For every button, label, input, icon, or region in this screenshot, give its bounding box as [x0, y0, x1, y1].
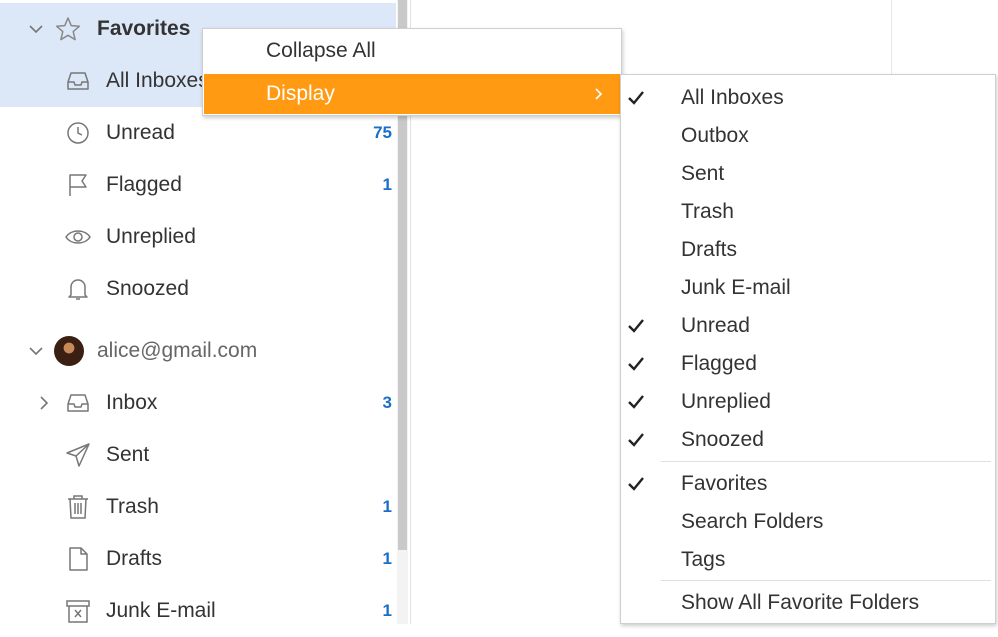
- inbox-tray-icon: [64, 67, 92, 95]
- submenu-item-label: Sent: [681, 162, 725, 185]
- submenu-item-all-inboxes[interactable]: All Inboxes: [621, 79, 995, 117]
- sidebar-item-flagged[interactable]: Flagged 1: [0, 159, 396, 211]
- submenu-item-show-all-favorite-folders[interactable]: Show All Favorite Folders: [621, 584, 995, 622]
- pane-divider: [891, 0, 892, 74]
- submenu-item-label: Junk E-mail: [681, 276, 791, 299]
- sidebar-item-label: Junk E-mail: [106, 599, 216, 622]
- submenu-item-tags[interactable]: Tags: [621, 541, 995, 579]
- chevron-right-icon: [592, 87, 606, 101]
- menu-separator: [661, 580, 991, 581]
- sidebar-item-label: Inbox: [106, 391, 158, 414]
- sidebar-item-inbox[interactable]: Inbox 3: [0, 377, 396, 429]
- inbox-count-badge: 3: [382, 393, 392, 412]
- sidebar-item-label: Drafts: [106, 547, 163, 570]
- sidebar-item-label: Trash: [106, 495, 159, 518]
- chevron-down-icon[interactable]: [28, 343, 44, 359]
- star-icon: [54, 15, 82, 43]
- sidebar-item-drafts[interactable]: Drafts 1: [0, 533, 396, 585]
- trash-icon: [64, 493, 92, 521]
- sidebar-item-label: Snoozed: [106, 277, 189, 300]
- submenu-item-label: Search Folders: [681, 510, 824, 533]
- submenu-item-label: Unread: [681, 314, 750, 337]
- menu-separator: [661, 461, 991, 462]
- sidebar-item-unreplied[interactable]: Unreplied: [0, 211, 396, 263]
- flagged-count-badge: 1: [382, 175, 392, 194]
- submenu-item-label: Trash: [681, 200, 734, 223]
- submenu-item-trash[interactable]: Trash: [621, 193, 995, 231]
- submenu-item-junk[interactable]: Junk E-mail: [621, 269, 995, 307]
- checkmark-icon: [627, 355, 645, 373]
- submenu-item-outbox[interactable]: Outbox: [621, 117, 995, 155]
- flag-icon: [64, 171, 92, 199]
- checkmark-icon: [627, 475, 645, 493]
- sidebar-item-label: Unread: [106, 121, 175, 144]
- trash-count-badge: 1: [382, 497, 392, 516]
- submenu-item-search-folders[interactable]: Search Folders: [621, 503, 995, 541]
- checkmark-icon: [627, 393, 645, 411]
- submenu-item-unread[interactable]: Unread: [621, 307, 995, 345]
- context-menu: Collapse All Display: [202, 28, 622, 116]
- document-icon: [64, 545, 92, 573]
- sidebar-item-label: Unreplied: [106, 225, 196, 248]
- sidebar-item-trash[interactable]: Trash 1: [0, 481, 396, 533]
- sidebar-item-label: All Inboxes: [106, 69, 209, 92]
- collapse-all-menu-item[interactable]: Collapse All: [204, 31, 620, 71]
- sidebar-item-label: Sent: [106, 443, 150, 466]
- submenu-item-label: Favorites: [681, 472, 768, 495]
- submenu-item-label: Unreplied: [681, 390, 771, 413]
- submenu-item-label: Snoozed: [681, 428, 764, 451]
- sidebar-item-label: Flagged: [106, 173, 182, 196]
- submenu-item-drafts[interactable]: Drafts: [621, 231, 995, 269]
- unread-count-badge: 75: [373, 123, 392, 142]
- menu-item-label: Collapse All: [266, 39, 376, 62]
- avatar: [54, 336, 84, 366]
- sidebar-item-snoozed[interactable]: Snoozed: [0, 263, 396, 315]
- junk-box-icon: [64, 597, 92, 625]
- submenu-item-unreplied[interactable]: Unreplied: [621, 383, 995, 421]
- chevron-right-icon[interactable]: [36, 395, 52, 411]
- submenu-item-favorites[interactable]: Favorites: [621, 465, 995, 503]
- submenu-item-label: Drafts: [681, 238, 738, 261]
- submenu-item-label: Flagged: [681, 352, 757, 375]
- display-menu-item[interactable]: Display: [204, 74, 620, 114]
- submenu-item-label: Tags: [681, 548, 726, 571]
- submenu-item-label: Show All Favorite Folders: [681, 591, 920, 614]
- submenu-item-sent[interactable]: Sent: [621, 155, 995, 193]
- submenu-item-label: Outbox: [681, 124, 749, 147]
- submenu-item-flagged[interactable]: Flagged: [621, 345, 995, 383]
- sidebar-item-junk[interactable]: Junk E-mail 1: [0, 585, 396, 637]
- account-email: alice@gmail.com: [97, 339, 258, 362]
- menu-item-label: Display: [266, 82, 335, 105]
- submenu-item-snoozed[interactable]: Snoozed: [621, 421, 995, 459]
- paper-plane-icon: [64, 441, 92, 469]
- inbox-tray-icon: [64, 389, 92, 417]
- submenu-item-label: All Inboxes: [681, 86, 784, 109]
- sidebar-item-sent[interactable]: Sent: [0, 429, 396, 481]
- account-group-header[interactable]: alice@gmail.com: [0, 325, 396, 377]
- checkmark-icon: [627, 89, 645, 107]
- checkmark-icon: [627, 317, 645, 335]
- junk-count-badge: 1: [382, 601, 392, 620]
- eye-icon: [64, 223, 92, 251]
- clock-icon: [64, 119, 92, 147]
- display-submenu: All Inboxes Outbox Sent Trash Drafts Jun…: [620, 74, 996, 624]
- drafts-count-badge: 1: [382, 549, 392, 568]
- chevron-down-icon[interactable]: [28, 21, 44, 37]
- favorites-label: Favorites: [97, 17, 191, 40]
- checkmark-icon: [627, 431, 645, 449]
- bell-icon: [64, 275, 92, 303]
